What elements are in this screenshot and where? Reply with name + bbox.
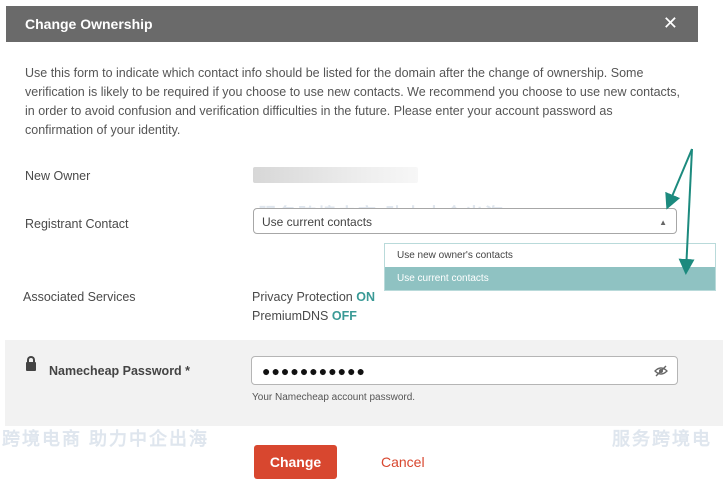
chevron-up-icon: ▲ <box>659 218 667 227</box>
cancel-button[interactable]: Cancel <box>381 454 425 470</box>
password-input[interactable]: ●●●●●●●●●●● <box>251 356 678 385</box>
change-button[interactable]: Change <box>254 445 337 479</box>
premiumdns-label: PremiumDNS <box>252 309 329 323</box>
password-label: Namecheap Password * <box>49 364 191 378</box>
registrant-contact-label: Registrant Contact <box>25 217 129 231</box>
lock-icon <box>26 356 36 371</box>
registrant-contact-select[interactable]: Use current contacts ▲ <box>253 208 677 234</box>
dialog-title: Change Ownership <box>25 16 153 32</box>
new-owner-value <box>253 167 418 183</box>
dropdown-option-current[interactable]: Use current contacts <box>385 267 715 290</box>
registrant-contact-value: Use current contacts <box>262 215 373 229</box>
privacy-protection-label: Privacy Protection <box>252 290 353 304</box>
dialog-description: Use this form to indicate which contact … <box>25 66 680 137</box>
watermark-text: 跨境电商 助力中企出海 <box>2 429 209 449</box>
annotation-arrow <box>665 148 693 210</box>
privacy-protection-status: ON <box>356 290 375 304</box>
new-owner-label: New Owner <box>25 169 91 183</box>
premiumdns-row: PremiumDNS OFF <box>252 309 357 323</box>
associated-services-label: Associated Services <box>23 290 136 304</box>
dialog-titlebar: Change Ownership ✕ <box>6 6 698 42</box>
registrant-contact-dropdown: Use new owner's contacts Use current con… <box>384 243 716 291</box>
close-icon[interactable]: ✕ <box>663 13 678 34</box>
password-hint: Your Namecheap account password. <box>252 392 416 403</box>
watermark-text: 服务跨境电 <box>612 429 712 449</box>
privacy-protection-row: Privacy Protection ON <box>252 290 375 304</box>
password-value: ●●●●●●●●●●● <box>262 363 367 379</box>
eye-slash-icon[interactable] <box>654 364 668 378</box>
premiumdns-status: OFF <box>331 309 357 323</box>
dropdown-option-new-owner[interactable]: Use new owner's contacts <box>385 244 715 267</box>
